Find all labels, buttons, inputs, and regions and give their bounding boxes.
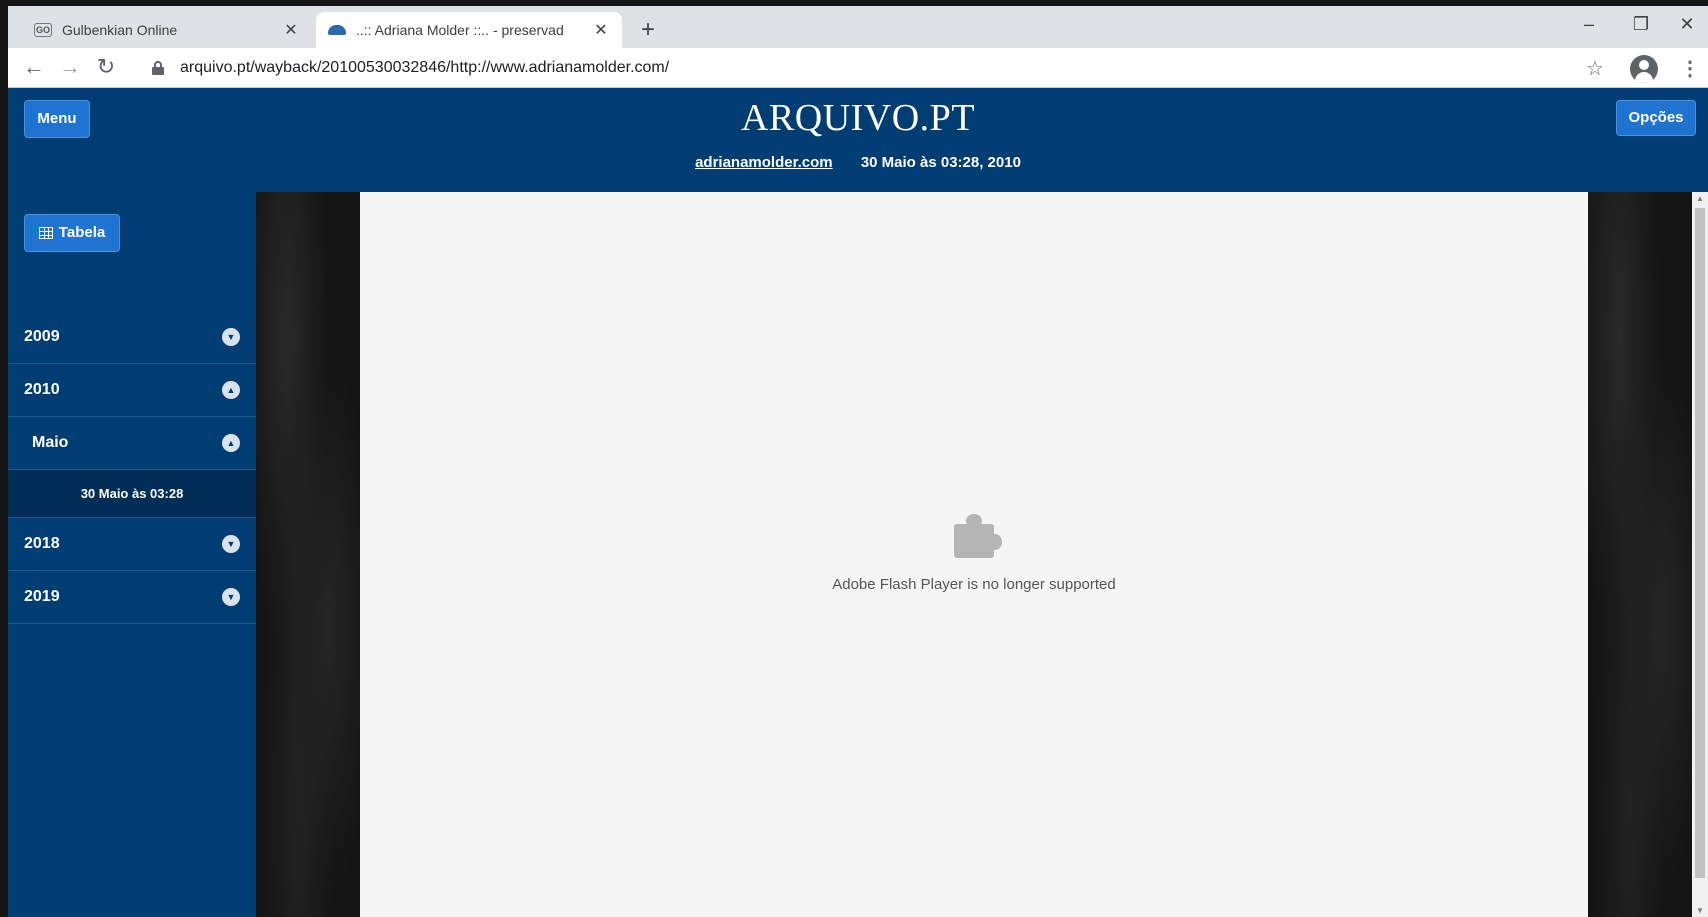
minimize-button[interactable]: – xyxy=(1574,14,1604,35)
archived-page-frame: Adobe Flash Player is no longer supporte… xyxy=(360,192,1588,917)
browser-window: GO Gulbenkian Online ✕ ..:: Adriana Mold… xyxy=(8,6,1708,917)
chevron-down-icon[interactable]: ▼ xyxy=(222,535,240,553)
year-list: 2009 ▼ 2010 ▲ Maio ▲ 30 Maio às 03:28 20… xyxy=(8,311,256,624)
year-label: 2010 xyxy=(24,381,60,398)
capture-date: 30 Maio às 03:28, 2010 xyxy=(860,154,1021,171)
back-button[interactable]: ← xyxy=(20,54,48,82)
month-maio-item[interactable]: Maio ▲ xyxy=(8,417,256,470)
bookmark-star-icon[interactable]: ☆ xyxy=(1586,56,1604,81)
archived-site-link[interactable]: adrianamolder.com xyxy=(695,154,833,171)
tab-title: Gulbenkian Online xyxy=(62,22,178,38)
chevron-down-icon[interactable]: ▼ xyxy=(222,588,240,606)
archived-page-background xyxy=(1588,192,1692,917)
scrollbar-thumb[interactable] xyxy=(1695,208,1705,878)
restore-button[interactable]: ❐ xyxy=(1626,14,1656,35)
arquivo-favicon-icon xyxy=(328,25,346,35)
reload-button[interactable]: ↻ xyxy=(92,54,120,82)
puzzle-piece-icon xyxy=(946,510,1002,566)
gulbenkian-favicon-icon: GO xyxy=(34,23,52,37)
year-label: 2019 xyxy=(24,588,60,605)
close-tab-icon[interactable]: ✕ xyxy=(592,20,610,40)
month-label: Maio xyxy=(32,434,69,451)
browser-menu-icon[interactable]: ⋮ xyxy=(1680,56,1700,81)
year-2019-item[interactable]: 2019 ▼ xyxy=(8,571,256,624)
url-text[interactable]: arquivo.pt/wayback/20100530032846/http:/… xyxy=(180,59,669,77)
close-window-button[interactable]: ✕ xyxy=(1672,14,1702,35)
profile-avatar-icon[interactable] xyxy=(1630,55,1658,83)
chevron-down-icon[interactable]: ▼ xyxy=(222,328,240,346)
year-2010-item[interactable]: 2010 ▲ xyxy=(8,364,256,417)
scroll-down-icon[interactable]: ▼ xyxy=(1692,906,1708,915)
chevron-up-icon[interactable]: ▲ xyxy=(222,381,240,399)
chevron-up-icon[interactable]: ▲ xyxy=(222,434,240,452)
table-grid-icon xyxy=(38,227,53,239)
table-view-button[interactable]: Tabela xyxy=(24,214,120,252)
tab-title: ..:: Adriana Molder ::.. - preservad xyxy=(356,22,564,38)
arquivo-logo[interactable]: ARQUIVO.PT xyxy=(658,96,1058,140)
forward-button[interactable]: → xyxy=(56,54,84,82)
page-content: Menu ARQUIVO.PT Opções adrianamolder.com… xyxy=(8,88,1708,917)
capture-version-label: 30 Maio às 03:28 xyxy=(80,486,184,501)
tab-strip: GO Gulbenkian Online ✕ ..:: Adriana Mold… xyxy=(8,6,1708,48)
arquivo-header: Menu ARQUIVO.PT Opções adrianamolder.com… xyxy=(8,88,1708,192)
table-view-label: Tabela xyxy=(58,224,106,241)
timeline-sidebar: Tabela 2009 ▼ 2010 ▲ Maio ▲ 30 Maio às 0… xyxy=(8,192,256,917)
flash-unsupported-message: Adobe Flash Player is no longer supporte… xyxy=(832,576,1116,593)
page-scrollbar[interactable]: ▲ ▼ xyxy=(1692,192,1708,917)
capture-version-item[interactable]: 30 Maio às 03:28 xyxy=(8,470,256,518)
new-tab-button[interactable]: + xyxy=(634,16,662,44)
year-label: 2018 xyxy=(24,535,60,552)
archived-page-background xyxy=(256,192,360,917)
close-tab-icon[interactable]: ✕ xyxy=(282,20,300,40)
flash-plugin-placeholder: Adobe Flash Player is no longer supporte… xyxy=(360,510,1588,593)
menu-button[interactable]: Menu xyxy=(24,100,90,138)
address-bar[interactable]: arquivo.pt/wayback/20100530032846/http:/… xyxy=(152,52,1612,84)
lock-icon xyxy=(152,61,164,75)
capture-info: adrianamolder.com 30 Maio às 03:28, 2010 xyxy=(8,154,1708,171)
year-2009-item[interactable]: 2009 ▼ xyxy=(8,311,256,364)
browser-toolbar: ← → ↻ arquivo.pt/wayback/20100530032846/… xyxy=(8,48,1708,88)
year-label: 2009 xyxy=(24,328,60,345)
options-button[interactable]: Opções xyxy=(1616,100,1696,136)
year-2018-item[interactable]: 2018 ▼ xyxy=(8,518,256,571)
scroll-up-icon[interactable]: ▲ xyxy=(1692,194,1708,203)
tab-adriana-molder[interactable]: ..:: Adriana Molder ::.. - preservad ✕ xyxy=(316,12,622,48)
desktop-background: GO Gulbenkian Online ✕ ..:: Adriana Mold… xyxy=(0,0,1708,917)
tab-gulbenkian[interactable]: GO Gulbenkian Online ✕ xyxy=(22,12,312,48)
